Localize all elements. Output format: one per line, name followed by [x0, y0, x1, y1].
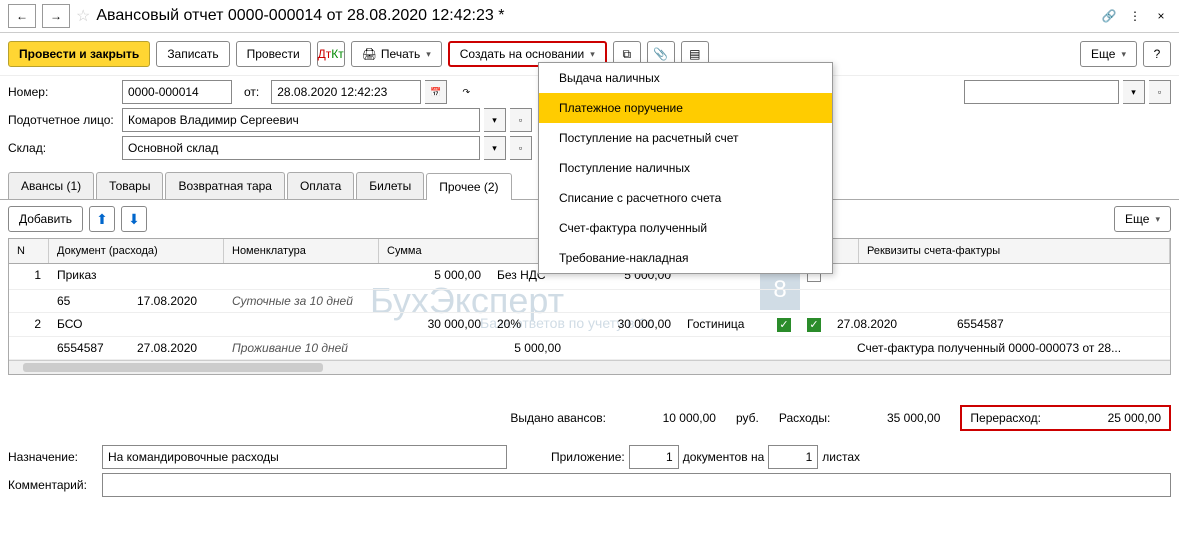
back-button[interactable]: ←: [8, 4, 36, 28]
person-input[interactable]: [122, 108, 480, 132]
overspend-label: Перерасход:: [970, 411, 1041, 425]
page-title: Авансовый отчет 0000-000014 от 28.08.202…: [96, 7, 1093, 25]
close-icon[interactable]: ×: [1151, 6, 1171, 26]
purpose-label: Назначение:: [8, 446, 98, 468]
favorite-icon[interactable]: ☆: [76, 6, 90, 26]
org-input[interactable]: [964, 80, 1119, 104]
help-button[interactable]: ?: [1143, 41, 1171, 67]
attach-label: Приложение:: [551, 450, 625, 464]
link-icon[interactable]: 🔗: [1099, 6, 1119, 26]
th-nomen: Номенклатура: [224, 239, 379, 263]
th-invoice: Реквизиты счета-фактуры: [859, 239, 1170, 263]
date-link-icon[interactable]: ↷: [455, 80, 477, 104]
person-label: Подотчетное лицо:: [8, 109, 118, 131]
dd-item-bank-out[interactable]: Списание с расчетного счета: [539, 183, 832, 213]
org-drop-icon[interactable]: ▾: [1123, 80, 1145, 104]
tab-advances[interactable]: Авансы (1): [8, 172, 94, 199]
currency: руб.: [736, 411, 759, 425]
hscrollbar[interactable]: [9, 360, 1170, 374]
record-button[interactable]: Записать: [156, 41, 229, 67]
dd-item-payment-order[interactable]: Платежное поручение: [539, 93, 832, 123]
attach-input[interactable]: [629, 445, 679, 469]
tab-payment[interactable]: Оплата: [287, 172, 354, 199]
dd-item-cash-out[interactable]: Выдача наличных: [539, 63, 832, 93]
warehouse-drop-icon[interactable]: ▾: [484, 136, 506, 160]
expenses-label: Расходы:: [779, 411, 831, 425]
menu-icon[interactable]: ⋮: [1125, 6, 1145, 26]
table-row[interactable]: 2 БСО 30 000,00 20% 30 000,00 Гостиница …: [9, 313, 1170, 337]
tab-other[interactable]: Прочее (2): [426, 173, 511, 200]
person-drop-icon[interactable]: ▾: [484, 108, 506, 132]
number-label: Номер:: [8, 81, 118, 103]
sheets-label: листах: [822, 450, 860, 464]
dd-item-requirement[interactable]: Требование-накладная: [539, 243, 832, 273]
table-more-button[interactable]: Еще: [1114, 206, 1171, 232]
tab-return[interactable]: Возвратная тара: [165, 172, 285, 199]
warehouse-label: Склад:: [8, 137, 118, 159]
th-n: N: [9, 239, 49, 263]
dd-item-bank-in[interactable]: Поступление на расчетный счет: [539, 123, 832, 153]
expenses-value: 35 000,00: [850, 411, 940, 425]
dd-item-invoice-received[interactable]: Счет-фактура полученный: [539, 213, 832, 243]
post-button[interactable]: Провести: [236, 41, 311, 67]
warehouse-input[interactable]: [122, 136, 480, 160]
tab-goods[interactable]: Товары: [96, 172, 163, 199]
date-input[interactable]: [271, 80, 421, 104]
purpose-input[interactable]: [102, 445, 507, 469]
move-up-button[interactable]: ⬆: [89, 206, 115, 232]
tab-tickets[interactable]: Билеты: [356, 172, 424, 199]
save-close-button[interactable]: Провести и закрыть: [8, 41, 150, 67]
more-button[interactable]: Еще: [1080, 41, 1137, 67]
overspend-value: 25 000,00: [1071, 411, 1161, 425]
person-open-icon[interactable]: ▫: [510, 108, 532, 132]
overspend-box: Перерасход: 25 000,00: [960, 405, 1171, 431]
create-based-dropdown: Выдача наличных Платежное поручение Пост…: [538, 62, 833, 274]
add-row-button[interactable]: Добавить: [8, 206, 83, 232]
th-doc: Документ (расхода): [49, 239, 224, 263]
docs-on-label: документов на: [683, 450, 765, 464]
org-open-icon[interactable]: ▫: [1149, 80, 1171, 104]
chk2-checkbox[interactable]: ✓: [807, 318, 821, 332]
from-label: от:: [244, 85, 259, 99]
bso-checkbox[interactable]: ✓: [777, 318, 791, 332]
comment-label: Комментарий:: [8, 474, 98, 496]
comment-input[interactable]: [102, 473, 1171, 497]
print-button[interactable]: 🖨 Печать: [351, 41, 442, 67]
table-row[interactable]: 6554587 27.08.2020 Проживание 10 дней 5 …: [9, 337, 1170, 360]
table-row[interactable]: 65 17.08.2020 Суточные за 10 дней: [9, 290, 1170, 313]
advances-label: Выдано авансов:: [510, 411, 606, 425]
forward-button[interactable]: →: [42, 4, 70, 28]
dd-item-cash-in[interactable]: Поступление наличных: [539, 153, 832, 183]
calendar-icon[interactable]: 📅: [425, 80, 447, 104]
move-down-button[interactable]: ⬇: [121, 206, 147, 232]
warehouse-open-icon[interactable]: ▫: [510, 136, 532, 160]
sheets-input[interactable]: [768, 445, 818, 469]
dtkt-button[interactable]: ДтКт: [317, 41, 345, 67]
advances-value: 10 000,00: [626, 411, 716, 425]
number-input[interactable]: [122, 80, 232, 104]
